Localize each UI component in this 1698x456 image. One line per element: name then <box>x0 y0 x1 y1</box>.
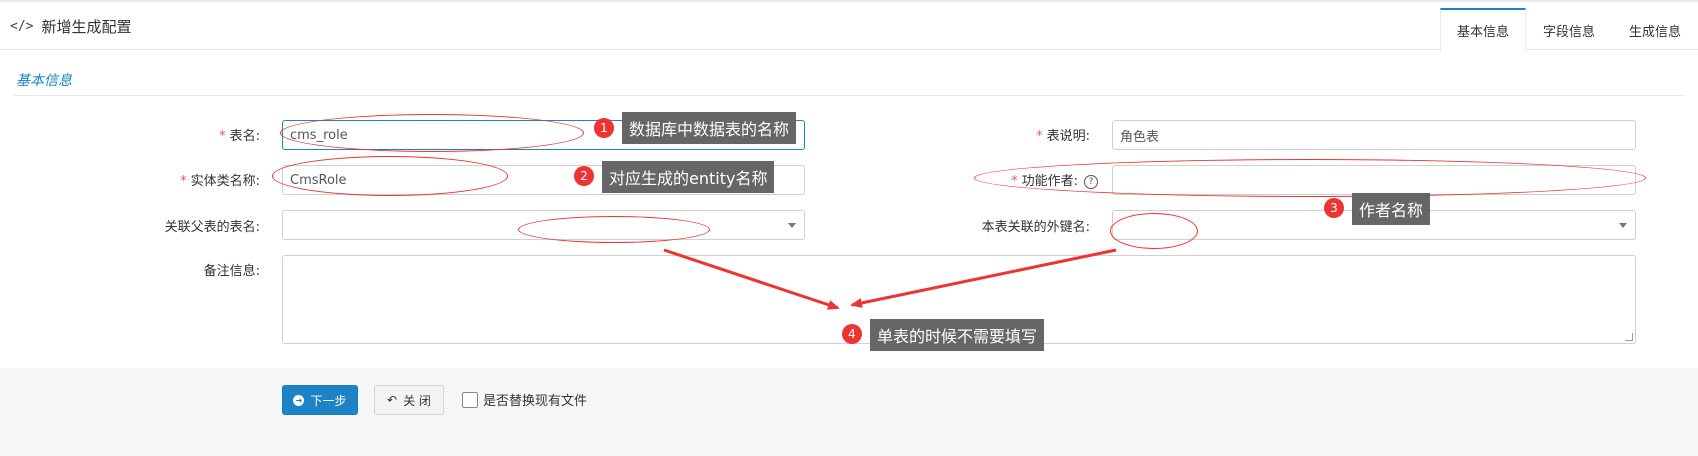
annotation-badge-4: 4 <box>842 324 862 344</box>
annotation-badge-3: 3 <box>1324 198 1344 218</box>
annotation-arrow-left <box>663 248 840 310</box>
annotation-callout-3: 作者名称 <box>1352 193 1431 225</box>
annotation-callout-2: 对应生成的entity名称 <box>602 161 775 193</box>
annotation-badge-2: 2 <box>574 166 594 186</box>
annotation-arrow-right <box>850 248 1117 308</box>
annotation-arrows <box>663 248 1117 310</box>
annotation-badge-1: 1 <box>594 118 614 138</box>
annotation-callout-4: 单表的时候不需要填写 <box>870 319 1045 351</box>
annotation-callout-1: 数据库中数据表的名称 <box>622 112 797 144</box>
